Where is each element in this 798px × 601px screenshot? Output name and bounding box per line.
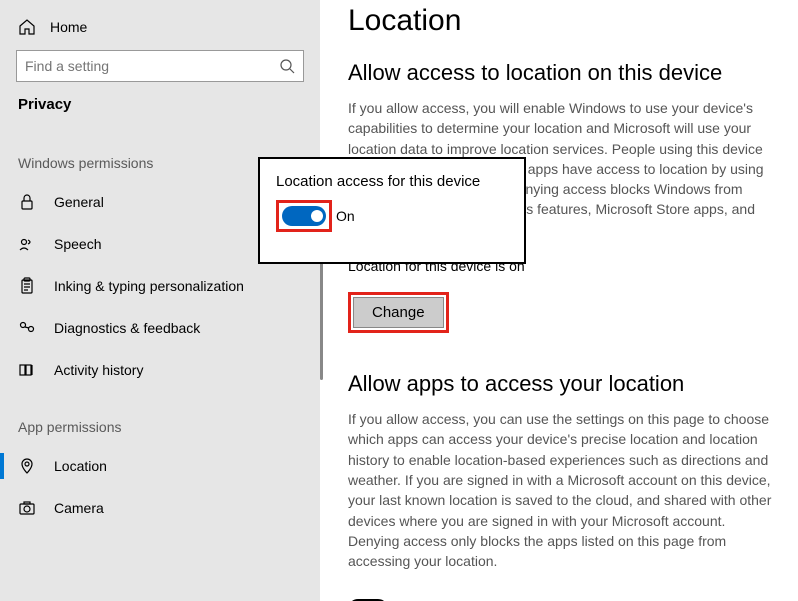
search-icon	[279, 58, 295, 74]
lock-icon	[18, 193, 36, 211]
nav-location[interactable]: Location	[0, 445, 320, 487]
search-input[interactable]	[25, 58, 279, 74]
device-location-toggle[interactable]	[282, 206, 326, 226]
nav-label: Camera	[54, 500, 104, 516]
feedback-icon	[18, 319, 36, 337]
page-title: Location	[348, 4, 780, 38]
clipboard-icon	[18, 277, 36, 295]
nav-inking[interactable]: Inking & typing personalization	[0, 265, 320, 307]
highlight-box	[276, 200, 332, 232]
nav-label: Inking & typing personalization	[54, 278, 244, 294]
nav-label: Activity history	[54, 362, 143, 378]
toggle-knob	[311, 210, 323, 222]
main-content: Location Allow access to location on thi…	[320, 0, 798, 601]
history-icon	[18, 361, 36, 379]
settings-sidebar: Home Privacy Windows permissions General…	[0, 0, 320, 601]
speech-icon	[18, 235, 36, 253]
location-access-popup: Location access for this device On	[258, 157, 526, 264]
home-icon	[18, 18, 36, 36]
nav-label: Location	[54, 458, 107, 474]
popup-title: Location access for this device	[276, 173, 508, 190]
nav-activity[interactable]: Activity history	[0, 349, 320, 391]
nav-label: General	[54, 194, 104, 210]
section-app-permissions: App permissions	[0, 391, 320, 445]
highlight-box: Change	[348, 292, 449, 333]
search-field[interactable]	[16, 50, 304, 82]
search-container	[16, 50, 304, 82]
nav-label: Diagnostics & feedback	[54, 320, 200, 336]
toggle-state-label: On	[336, 208, 355, 224]
home-label: Home	[50, 19, 87, 35]
change-button[interactable]: Change	[353, 297, 444, 328]
category-title: Privacy	[0, 96, 320, 127]
section-heading-device: Allow access to location on this device	[348, 60, 780, 86]
nav-diagnostics[interactable]: Diagnostics & feedback	[0, 307, 320, 349]
location-icon	[18, 457, 36, 475]
section-heading-apps: Allow apps to access your location	[348, 371, 780, 397]
nav-label: Speech	[54, 236, 101, 252]
camera-icon	[18, 499, 36, 517]
apps-description: If you allow access, you can use the set…	[348, 409, 780, 571]
home-nav[interactable]: Home	[0, 12, 320, 46]
nav-camera[interactable]: Camera	[0, 487, 320, 529]
